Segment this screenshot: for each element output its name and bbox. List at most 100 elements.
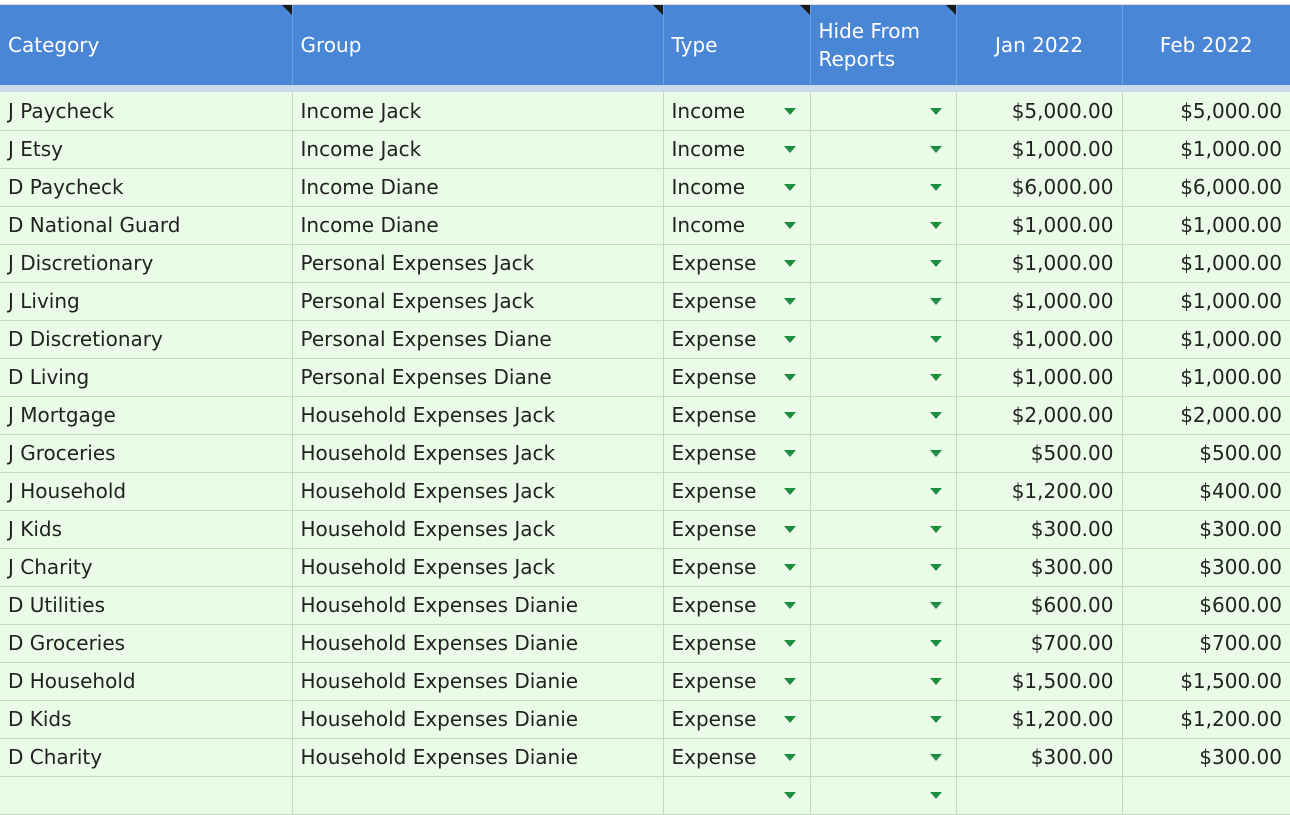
jan-2022-cell[interactable]: $300.00: [956, 548, 1123, 587]
group-cell[interactable]: Personal Expenses Diane: [292, 320, 664, 359]
hide-dropdown-cell[interactable]: [810, 510, 957, 549]
group-cell[interactable]: [292, 776, 664, 815]
type-dropdown-cell[interactable]: Expense: [663, 434, 811, 473]
type-dropdown-cell[interactable]: Expense: [663, 662, 811, 701]
feb-2022-cell[interactable]: $1,000.00: [1122, 320, 1290, 359]
category-cell[interactable]: J Charity: [0, 548, 293, 587]
category-cell[interactable]: J Paycheck: [0, 92, 293, 131]
dropdown-arrow-icon[interactable]: [929, 146, 942, 153]
category-cell[interactable]: J Household: [0, 472, 293, 511]
feb-2022-cell[interactable]: $1,000.00: [1122, 282, 1290, 321]
hide-dropdown-cell[interactable]: [810, 206, 957, 245]
group-cell[interactable]: Personal Expenses Jack: [292, 244, 664, 283]
group-cell[interactable]: Household Expenses Dianie: [292, 662, 664, 701]
dropdown-arrow-icon[interactable]: [929, 336, 942, 343]
hide-dropdown-cell[interactable]: [810, 434, 957, 473]
dropdown-arrow-icon[interactable]: [783, 564, 796, 571]
group-cell[interactable]: Income Diane: [292, 206, 664, 245]
group-cell[interactable]: Personal Expenses Diane: [292, 358, 664, 397]
category-cell[interactable]: J Groceries: [0, 434, 293, 473]
hide-dropdown-cell[interactable]: [810, 586, 957, 625]
category-cell[interactable]: J Living: [0, 282, 293, 321]
dropdown-arrow-icon[interactable]: [929, 222, 942, 229]
dropdown-arrow-icon[interactable]: [929, 450, 942, 457]
jan-2022-cell[interactable]: $1,000.00: [956, 244, 1123, 283]
jan-2022-cell[interactable]: $500.00: [956, 434, 1123, 473]
hide-dropdown-cell[interactable]: [810, 776, 957, 815]
category-cell[interactable]: D Charity: [0, 738, 293, 777]
dropdown-arrow-icon[interactable]: [929, 260, 942, 267]
group-cell[interactable]: Personal Expenses Jack: [292, 282, 664, 321]
hide-dropdown-cell[interactable]: [810, 548, 957, 587]
dropdown-arrow-icon[interactable]: [929, 602, 942, 609]
feb-2022-cell[interactable]: $1,000.00: [1122, 244, 1290, 283]
dropdown-arrow-icon[interactable]: [783, 716, 796, 723]
category-cell[interactable]: J Etsy: [0, 130, 293, 169]
feb-2022-cell[interactable]: $1,000.00: [1122, 206, 1290, 245]
dropdown-arrow-icon[interactable]: [783, 146, 796, 153]
type-dropdown-cell[interactable]: Expense: [663, 282, 811, 321]
dropdown-arrow-icon[interactable]: [783, 298, 796, 305]
jan-2022-cell[interactable]: $6,000.00: [956, 168, 1123, 207]
feb-2022-cell[interactable]: $5,000.00: [1122, 92, 1290, 131]
dropdown-arrow-icon[interactable]: [783, 678, 796, 685]
dropdown-arrow-icon[interactable]: [783, 640, 796, 647]
dropdown-arrow-icon[interactable]: [929, 412, 942, 419]
dropdown-arrow-icon[interactable]: [783, 754, 796, 761]
hide-dropdown-cell[interactable]: [810, 358, 957, 397]
header-hide-from-reports[interactable]: Hide From Reports: [810, 5, 957, 85]
feb-2022-cell[interactable]: $400.00: [1122, 472, 1290, 511]
hide-dropdown-cell[interactable]: [810, 92, 957, 131]
note-corner-icon[interactable]: [945, 5, 956, 15]
feb-2022-cell[interactable]: $1,500.00: [1122, 662, 1290, 701]
group-cell[interactable]: Household Expenses Jack: [292, 548, 664, 587]
note-corner-icon[interactable]: [652, 5, 663, 15]
dropdown-arrow-icon[interactable]: [929, 374, 942, 381]
dropdown-arrow-icon[interactable]: [783, 412, 796, 419]
hide-dropdown-cell[interactable]: [810, 472, 957, 511]
type-dropdown-cell[interactable]: Income: [663, 92, 811, 131]
jan-2022-cell[interactable]: $1,000.00: [956, 358, 1123, 397]
header-group[interactable]: Group: [292, 5, 664, 85]
hide-dropdown-cell[interactable]: [810, 624, 957, 663]
hide-dropdown-cell[interactable]: [810, 244, 957, 283]
group-cell[interactable]: Household Expenses Jack: [292, 472, 664, 511]
group-cell[interactable]: Household Expenses Dianie: [292, 586, 664, 625]
jan-2022-cell[interactable]: $1,000.00: [956, 320, 1123, 359]
hide-dropdown-cell[interactable]: [810, 396, 957, 435]
feb-2022-cell[interactable]: $700.00: [1122, 624, 1290, 663]
dropdown-arrow-icon[interactable]: [783, 450, 796, 457]
dropdown-arrow-icon[interactable]: [929, 564, 942, 571]
dropdown-arrow-icon[interactable]: [783, 374, 796, 381]
dropdown-arrow-icon[interactable]: [783, 184, 796, 191]
category-cell[interactable]: J Kids: [0, 510, 293, 549]
dropdown-arrow-icon[interactable]: [929, 640, 942, 647]
group-cell[interactable]: Income Jack: [292, 92, 664, 131]
jan-2022-cell[interactable]: $1,500.00: [956, 662, 1123, 701]
dropdown-arrow-icon[interactable]: [929, 298, 942, 305]
category-cell[interactable]: D Discretionary: [0, 320, 293, 359]
dropdown-arrow-icon[interactable]: [929, 754, 942, 761]
jan-2022-cell[interactable]: [956, 776, 1123, 815]
category-cell[interactable]: D National Guard: [0, 206, 293, 245]
feb-2022-cell[interactable]: $1,000.00: [1122, 358, 1290, 397]
dropdown-arrow-icon[interactable]: [929, 488, 942, 495]
header-jan-2022[interactable]: Jan 2022: [956, 5, 1123, 85]
type-dropdown-cell[interactable]: Expense: [663, 738, 811, 777]
dropdown-arrow-icon[interactable]: [783, 488, 796, 495]
dropdown-arrow-icon[interactable]: [929, 716, 942, 723]
group-cell[interactable]: Household Expenses Jack: [292, 396, 664, 435]
group-cell[interactable]: Household Expenses Dianie: [292, 738, 664, 777]
category-cell[interactable]: J Mortgage: [0, 396, 293, 435]
dropdown-arrow-icon[interactable]: [929, 792, 942, 799]
type-dropdown-cell[interactable]: Income: [663, 168, 811, 207]
feb-2022-cell[interactable]: [1122, 776, 1290, 815]
feb-2022-cell[interactable]: $300.00: [1122, 510, 1290, 549]
group-cell[interactable]: Income Diane: [292, 168, 664, 207]
group-cell[interactable]: Household Expenses Jack: [292, 510, 664, 549]
category-cell[interactable]: D Kids: [0, 700, 293, 739]
jan-2022-cell[interactable]: $1,200.00: [956, 700, 1123, 739]
jan-2022-cell[interactable]: $1,200.00: [956, 472, 1123, 511]
note-corner-icon[interactable]: [799, 5, 810, 15]
type-dropdown-cell[interactable]: Income: [663, 206, 811, 245]
